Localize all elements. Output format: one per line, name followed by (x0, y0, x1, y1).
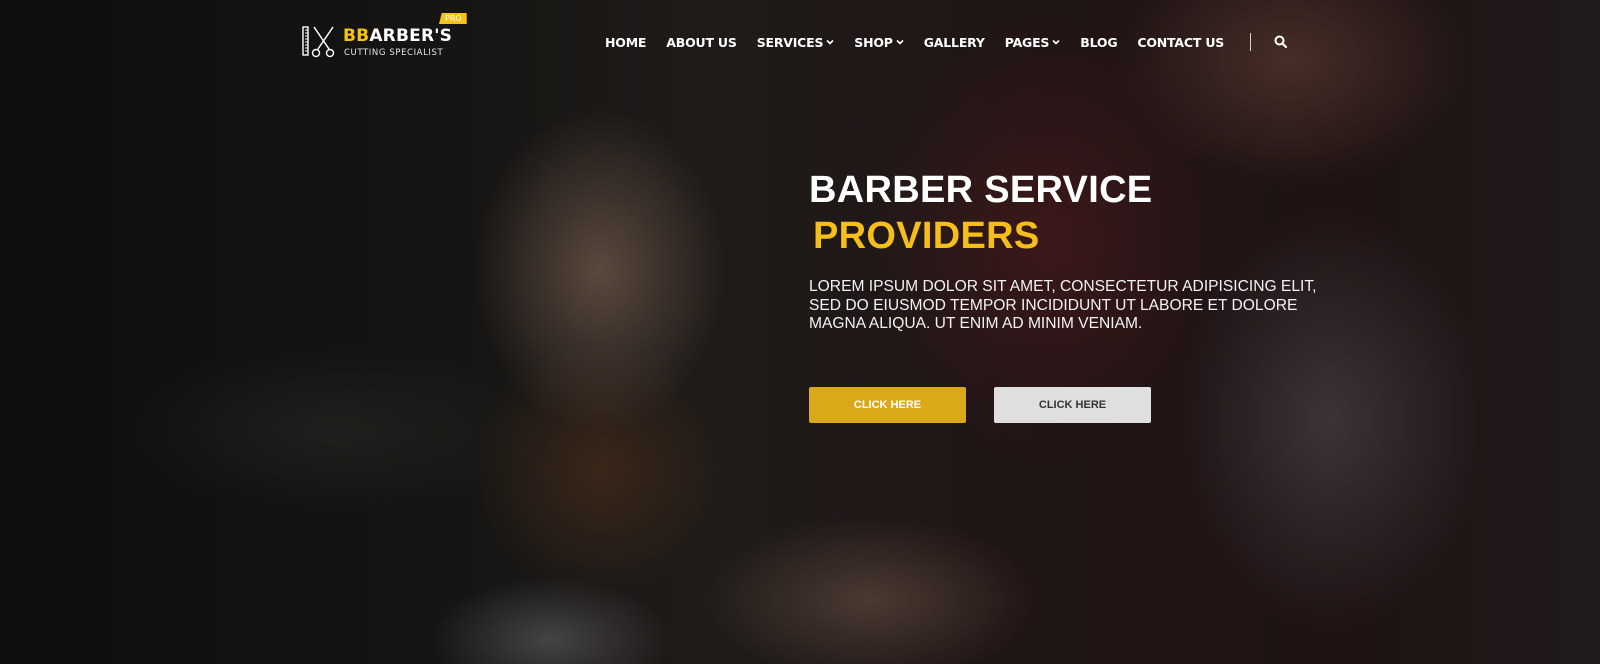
brand-tagline: CUTTING SPECIALIST (344, 48, 444, 58)
nav-label: PAGES (1004, 34, 1050, 50)
nav-label: SERVICES (756, 34, 824, 50)
nav-label: GALLERY (923, 34, 985, 50)
nav-label: SHOP (854, 34, 893, 50)
site-logo[interactable]: PRO BBARBER'S CUTTING SPECIALIST (302, 13, 472, 61)
chevron-down-icon (896, 39, 904, 45)
nav-item-services[interactable]: SERVICES (757, 35, 835, 50)
nav-label: CONTACT US (1137, 34, 1225, 50)
hero-subtitle: PROVIDERS (813, 215, 1040, 257)
hero-description: LOREM IPSUM DOLOR SIT AMET, CONSECTETUR … (809, 278, 1317, 332)
hero-overlay (0, 0, 1600, 664)
nav-item-pages[interactable]: PAGES (1005, 35, 1061, 50)
nav-label: BLOG (1080, 34, 1118, 50)
secondary-cta-button[interactable]: CLICK HERE (994, 387, 1151, 423)
nav-item-gallery[interactable]: GALLERY (924, 35, 985, 50)
nav-label: ABOUT US (666, 34, 737, 50)
nav-item-about-us[interactable]: ABOUT US (666, 34, 737, 50)
pro-badge: PRO (439, 13, 467, 24)
main-navigation: HOME ABOUT US SERVICES SHOP GALLERY PAGE… (605, 32, 1289, 52)
nav-item-blog[interactable]: BLOG (1080, 35, 1117, 50)
nav-divider (1250, 33, 1252, 51)
nav-item-shop[interactable]: SHOP (854, 34, 904, 50)
nav-item-contact-us[interactable]: CONTACT US (1137, 35, 1224, 50)
hero-title: BARBER SERVICE (809, 169, 1153, 211)
primary-cta-button[interactable]: CLICK HERE (809, 387, 966, 423)
nav-item-home[interactable]: HOME (605, 35, 646, 50)
brand-name: BBARBER'S (343, 26, 452, 46)
nav-label: HOME (605, 34, 647, 50)
hero-background-image (0, 0, 1600, 664)
search-icon[interactable] (1273, 34, 1289, 50)
brand-name-rest: ARBER'S (369, 26, 453, 46)
comb-scissors-icon (302, 26, 335, 58)
chevron-down-icon (1052, 39, 1060, 45)
chevron-down-icon (826, 39, 834, 45)
brand-name-accent: BB (343, 26, 370, 46)
